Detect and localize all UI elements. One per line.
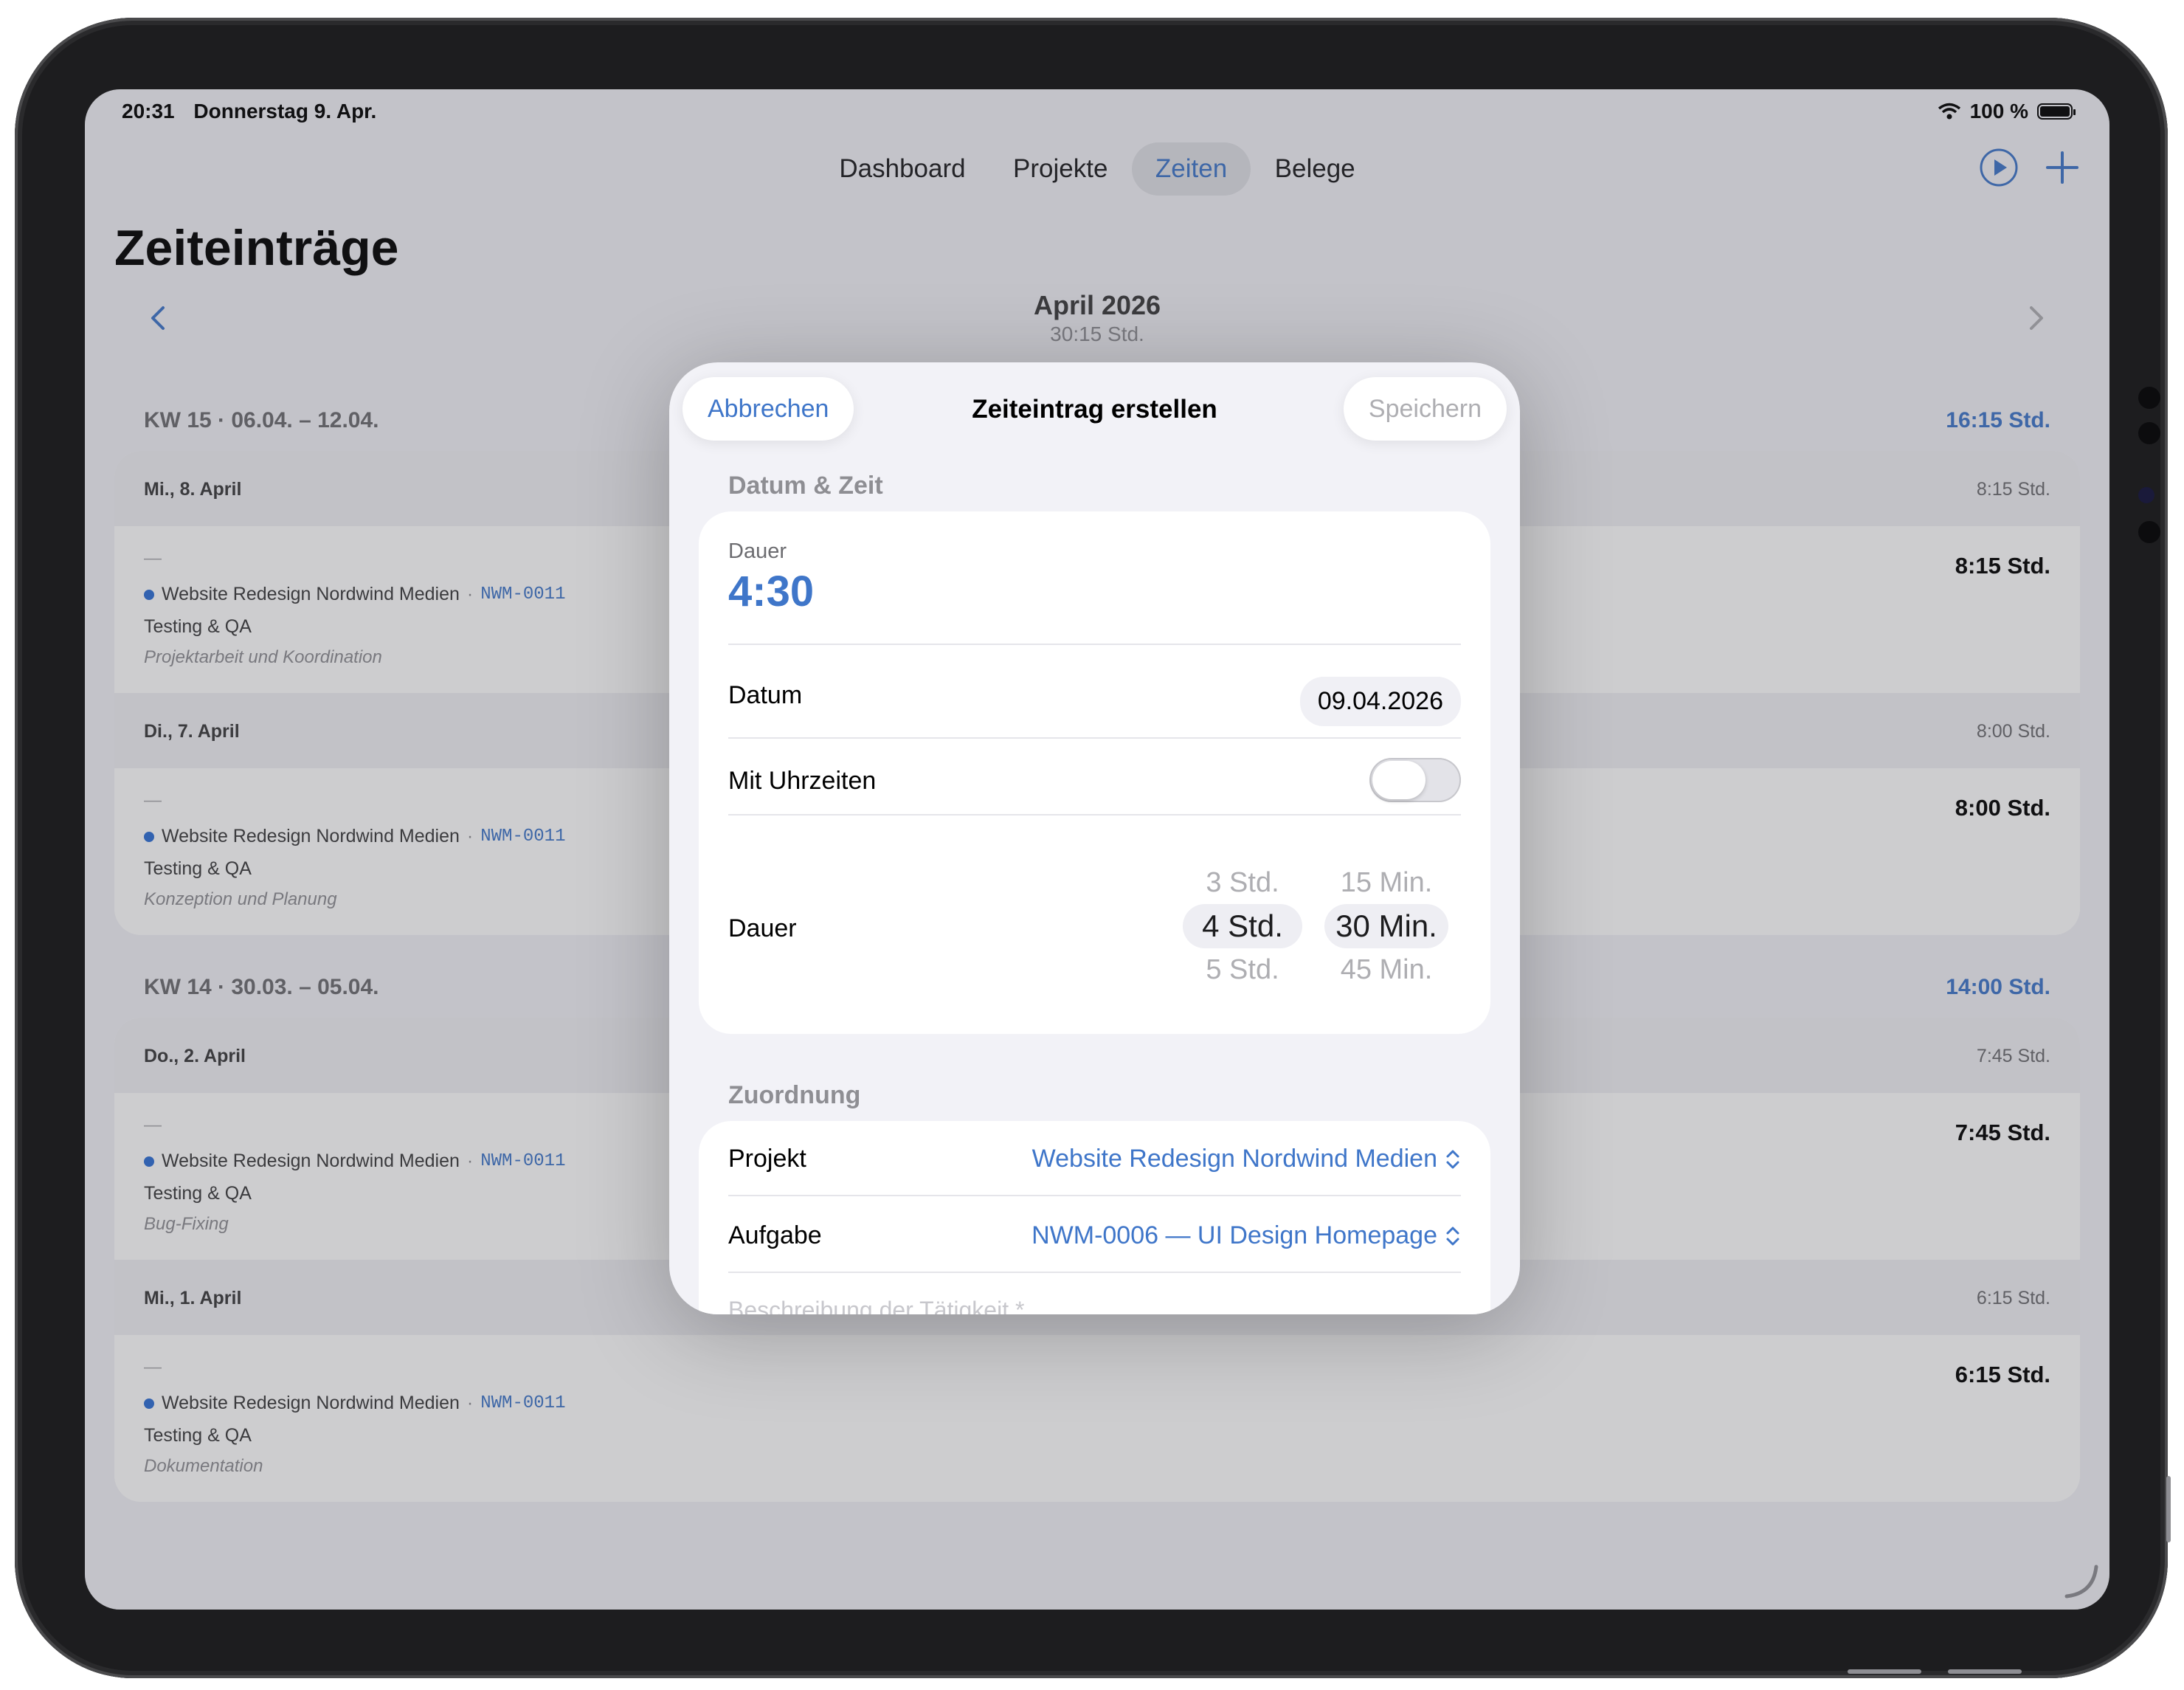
divider [728,1195,1461,1196]
screen: 20:31 Donnerstag 9. Apr. 100 % Dashboard… [85,89,2109,1610]
duration-value: 4:30 [728,568,815,615]
description-input[interactable]: Beschreibung der Tätigkeit * [728,1297,1461,1314]
divider [728,644,1461,645]
project-value: Website Redesign Nordwind Medien [1031,1145,1437,1173]
hours-picker[interactable]: 3 Std. 4 Std. 5 Std. [1183,861,1302,991]
picker-selected[interactable]: 4 Std. [1183,904,1302,948]
project-label: Projekt [728,1145,806,1173]
camera-dot [2138,387,2160,409]
picker-option[interactable]: 3 Std. [1183,861,1302,904]
task-label: Aufgabe [728,1221,822,1249]
task-value: NWM-0006 — UI Design Homepage [1031,1221,1437,1249]
divider [728,814,1461,815]
times-label: Mit Uhrzeiten [728,767,877,795]
volume-button [1948,1669,2022,1674]
create-entry-sheet: Abbrechen Zeiteintrag erstellen Speicher… [669,362,1520,1314]
picker-selected[interactable]: 30 Min. [1324,904,1448,948]
picker-option[interactable]: 5 Std. [1183,948,1302,991]
duration-picker-label: Dauer [728,914,797,942]
date-picker-button[interactable]: 09.04.2026 [1299,677,1461,726]
picker-option[interactable]: 45 Min. [1324,948,1448,991]
divider [728,737,1461,739]
minutes-picker[interactable]: 15 Min. 30 Min. 45 Min. [1324,861,1448,991]
picker-option[interactable]: 15 Min. [1324,861,1448,904]
save-button[interactable]: Speichern [1343,377,1507,441]
chevron-updown-icon [1446,1150,1459,1168]
power-button [2166,1476,2171,1542]
chevron-updown-icon [1446,1227,1459,1245]
times-toggle[interactable] [1369,758,1461,802]
date-label: Datum [728,681,803,709]
datetime-group: Dauer 4:30 Datum 09.04.2026 Mit Uhrzeite… [699,511,1490,1034]
section-assignment-label: Zuordnung [728,1081,861,1109]
section-datetime-label: Datum & Zeit [728,472,883,500]
toggle-knob [1372,761,1426,799]
camera-dot [2138,521,2160,543]
camera-dot [2138,487,2154,503]
volume-button [1848,1669,1921,1674]
camera-dot [2138,422,2160,444]
assignment-group: Projekt Website Redesign Nordwind Medien… [699,1121,1490,1314]
project-select[interactable]: Website Redesign Nordwind Medien [1032,1145,1461,1173]
divider [728,1272,1461,1273]
task-select[interactable]: NWM-0006 — UI Design Homepage [1031,1221,1461,1250]
duration-caption: Dauer [728,539,787,563]
